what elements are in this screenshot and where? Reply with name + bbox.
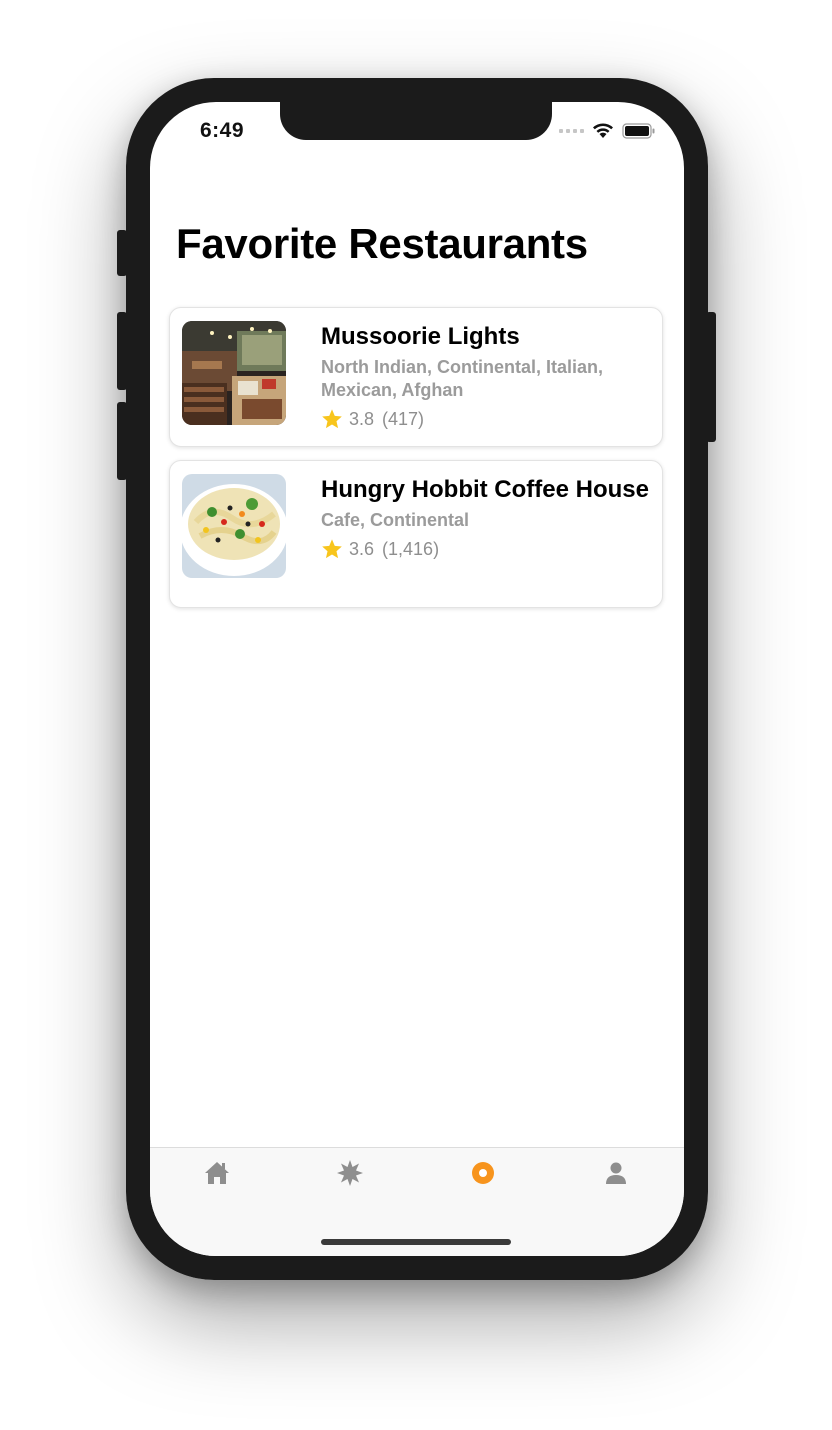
signal-icon — [559, 128, 584, 133]
favorites-circle-icon — [472, 1162, 494, 1184]
restaurant-name: Mussoorie Lights — [321, 323, 520, 350]
review-count: (1,416) — [382, 538, 440, 559]
discover-starburst-icon — [337, 1160, 363, 1186]
star-icon — [322, 539, 342, 559]
status-icons — [559, 122, 656, 139]
home-icon — [205, 1162, 229, 1184]
restaurant-cuisines: Cafe, Continental — [321, 510, 470, 530]
battery-icon — [622, 122, 655, 139]
rating-row: 3.8 (417) — [321, 408, 651, 430]
review-count: (417) — [382, 408, 425, 429]
tab-bar — [150, 1147, 684, 1256]
restaurant-info: Mussoorie Lights North Indian, Continent… — [321, 322, 651, 430]
restaurant-card[interactable]: Mussoorie Lights North Indian, Continent… — [169, 307, 663, 447]
restaurant-interior-photo — [182, 321, 286, 425]
pasta-bowl-photo — [182, 474, 286, 578]
tab-favorites[interactable] — [463, 1158, 503, 1188]
restaurant-card[interactable]: Hungry Hobbit Coffee House Cafe, Contine… — [169, 460, 663, 608]
notch — [280, 102, 552, 140]
tab-profile[interactable] — [596, 1158, 636, 1188]
rating-value: 3.8 — [349, 408, 375, 429]
rating-value: 3.6 — [349, 538, 375, 559]
restaurant-info: Hungry Hobbit Coffee House Cafe, Contine… — [321, 475, 651, 560]
stage: 6:49 Favorite Restaurants Mussoorie Ligh… — [0, 0, 832, 1430]
profile-icon — [606, 1162, 626, 1184]
tab-discover[interactable] — [330, 1158, 370, 1188]
tab-home[interactable] — [197, 1158, 237, 1188]
wifi-icon — [593, 123, 613, 138]
restaurant-name: Hungry Hobbit Coffee House — [321, 476, 649, 503]
star-icon — [322, 409, 342, 429]
phone-screen: 6:49 Favorite Restaurants Mussoorie Ligh… — [150, 102, 684, 1256]
page-title: Favorite Restaurants — [176, 220, 588, 267]
status-time: 6:49 — [200, 119, 245, 142]
rating-row: 3.6 (1,416) — [321, 538, 651, 560]
home-indicator — [321, 1239, 511, 1245]
restaurant-cuisines: North Indian, Continental, Italian, Mexi… — [321, 357, 603, 400]
